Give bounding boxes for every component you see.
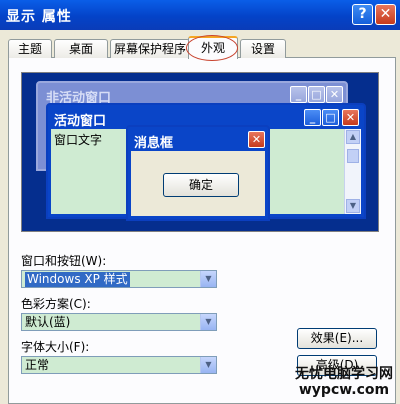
watermark-site-name: 无忧电脑学习网 (295, 366, 393, 382)
windows-buttons-label: 窗口和按钮(W): (21, 254, 107, 268)
minimize-icon: _ (304, 109, 321, 126)
window-text-sample: 窗口文字 (54, 133, 103, 147)
tab-settings[interactable]: 设置 (240, 39, 286, 58)
scroll-down-icon: ▼ (346, 199, 360, 213)
message-box-title: 消息框 (134, 136, 174, 151)
close-icon: ✕ (248, 131, 265, 148)
font-size-select[interactable]: 正常 ▼ (21, 356, 217, 374)
scroll-thumb (347, 149, 359, 163)
tab-desktop[interactable]: 桌面 (54, 39, 108, 58)
close-icon: ✕ (326, 86, 343, 103)
watermark-url: wypcw.com (298, 382, 390, 398)
tab-themes[interactable]: 主题 (8, 39, 52, 58)
font-size-value: 正常 (25, 358, 50, 372)
message-box-preview: 消息框 ✕ 确定 (126, 125, 270, 221)
chevron-down-icon[interactable]: ▼ (200, 271, 216, 287)
color-scheme-label: 色彩方案(C): (21, 297, 91, 311)
window-title: 显示 属性 (6, 9, 72, 25)
help-button[interactable]: ? (352, 4, 373, 25)
chevron-down-icon[interactable]: ▼ (200, 357, 216, 373)
windows-buttons-select[interactable]: Windows XP 样式 ▼ (21, 270, 217, 288)
title-bar[interactable]: 显示 属性 ? ✕ (0, 0, 400, 30)
active-window-title: 活动窗口 (54, 114, 107, 129)
highlight-circle (186, 35, 238, 61)
font-size-label: 字体大小(F): (21, 340, 90, 354)
minimize-icon: _ (290, 86, 307, 103)
watermark: 无忧电脑学习网 wypcw.com (290, 366, 398, 398)
scroll-up-icon: ▲ (346, 130, 360, 144)
windows-buttons-value: Windows XP 样式 (25, 272, 130, 287)
chevron-down-icon[interactable]: ▼ (200, 314, 216, 330)
color-scheme-select[interactable]: 默认(蓝) ▼ (21, 313, 217, 331)
color-scheme-value: 默认(蓝) (25, 315, 71, 329)
maximize-icon: □ (308, 86, 325, 103)
maximize-icon: □ (322, 109, 339, 126)
close-icon: ✕ (342, 109, 359, 126)
tab-screensaver[interactable]: 屏幕保护程序 (110, 39, 190, 58)
preview-scrollbar: ▲ ▼ (344, 129, 361, 214)
effects-button[interactable]: 效果(E)... (297, 328, 377, 349)
ok-button-preview: 确定 (163, 173, 239, 197)
appearance-preview: 非活动窗口 _ □ ✕ 活动窗口 _ □ ✕ 窗口文字 ▲ ▼ 消息框 ✕ 确定 (21, 72, 379, 232)
message-box-body: 确定 (131, 151, 265, 216)
close-button[interactable]: ✕ (375, 4, 396, 25)
